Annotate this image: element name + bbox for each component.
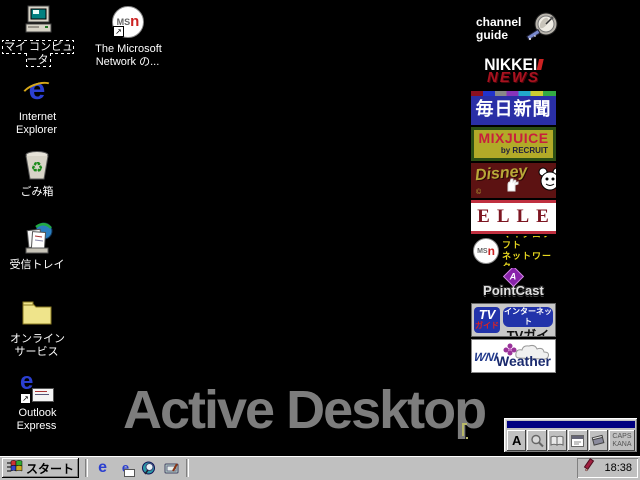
msn-logo-icon: MS n [473,238,499,264]
desktop-icon-label: Outlook Express [16,407,57,432]
desktop-icon-label: マイ コンピュータ [1,40,75,67]
desktop-icon-recycle-bin[interactable]: ♻ ごみ箱 [6,149,68,199]
desktop-icon-label: オンライン サービス [10,333,65,358]
desktop-icon-label: The Microsoft Network の... [95,43,162,68]
ime-input-mode-button[interactable]: A [507,430,527,451]
recycle-bin-icon: ♻ [20,149,54,183]
my-computer-icon [21,4,55,38]
show-desktop-icon[interactable] [163,460,180,477]
ime-wordbook-button[interactable] [588,430,608,451]
ime-properties-button[interactable] [568,430,588,451]
ime-toolbar-titlebar[interactable] [507,421,635,428]
shortcut-arrow-icon: ↗ [20,393,31,404]
taskbar: スタート e e 18:38 [0,456,640,480]
taskbar-separator[interactable] [186,459,190,477]
satellite-dish-icon [523,10,561,53]
quick-launch-bar: e e [91,460,183,477]
channel-wni-weather[interactable]: WNI Weather [471,339,556,373]
channel-msn[interactable]: MSn マイクロソフト ネットワーク [471,236,556,266]
folder-icon [20,296,54,330]
channel-elle[interactable]: ELLE [471,200,556,234]
channel-mixjuice[interactable]: MIXJUICE by RECRUIT [471,127,556,161]
internet-explorer-icon[interactable]: e [94,460,111,477]
desktop-icon-online-services[interactable]: オンライン サービス [6,296,68,359]
desktop-icon-internet-explorer[interactable]: e Internet Explorer [6,74,68,137]
desktop-icon-label: ごみ箱 [20,186,54,198]
active-desktop-watermark: Active Desktop [123,380,487,440]
desktop-icon-outlook-express[interactable]: e ↗ Outlook Express [6,368,68,433]
taskbar-separator[interactable] [85,459,89,477]
ime-dictionary-button[interactable] [547,430,568,451]
channel-bar: NIKKEI NEWS 毎日新聞 MIXJUICE by RECRUIT Dis… [471,55,556,373]
ime-toolbar[interactable]: A CAPS KANA [504,418,638,453]
desktop-icon-inbox[interactable]: 受信トレイ [6,222,68,272]
channel-disney[interactable]: Disney © [471,163,556,198]
view-channels-icon[interactable] [140,460,157,477]
inbox-icon [20,222,54,256]
tray-clock[interactable]: 18:38 [604,462,632,474]
channel-tv-guide[interactable]: TV ガイド インターネット TVガイド [471,303,556,337]
ime-caps-kana-indicator[interactable]: CAPS KANA [609,430,635,451]
channel-guide[interactable]: channel guide [476,10,561,53]
internet-explorer-icon: e [19,74,57,108]
channel-pointcast[interactable]: A PointCast [471,268,556,301]
mickey-icon [537,167,556,198]
ime-pen-icon[interactable] [583,458,599,478]
outlook-express-icon: e ↗ [20,368,54,404]
svg-text:♻: ♻ [31,159,44,175]
system-tray: 18:38 [577,458,638,478]
shortcut-arrow-icon: ↗ [113,26,124,37]
start-button-label: スタート [26,461,75,476]
channel-nikkei-news[interactable]: NIKKEI NEWS [471,55,556,89]
desktop-icon-label: Internet Explorer [16,111,57,136]
glove-icon [505,178,521,197]
text-cursor-artifact [462,423,471,440]
channel-mainichi-shimbun[interactable]: 毎日新聞 [471,91,556,125]
channel-guide-label: guide [476,28,508,42]
desktop-icon-msn[interactable]: MS n ↗ The Microsoft Network の... [80,6,176,69]
desktop: マイ コンピュータ MS n ↗ The Microsoft Network の.… [0,0,640,480]
ime-magnifier-button[interactable] [527,430,547,451]
desktop-icon-label: 受信トレイ [9,259,65,271]
outlook-express-icon[interactable]: e [117,460,136,477]
tv-guide-logo: TV ガイド [474,307,500,333]
desktop-icon-my-computer[interactable]: マイ コンピュータ [0,4,76,67]
msn-icon: MS n ↗ [111,6,145,40]
start-button[interactable]: スタート [2,458,80,478]
windows-flag-icon [7,459,23,477]
